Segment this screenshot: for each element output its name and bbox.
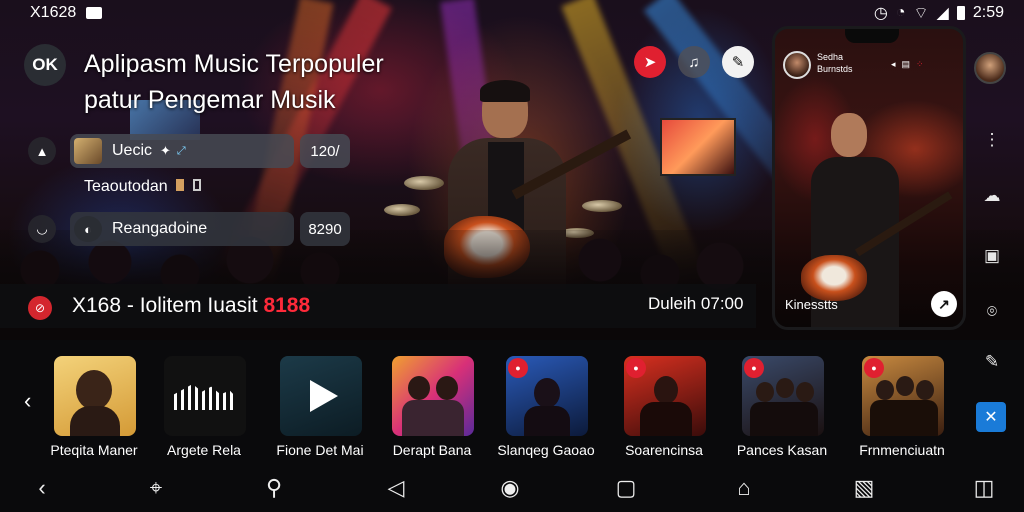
phone-cast-icon: ◂ (891, 59, 896, 69)
hot-badge-icon: ● (508, 358, 528, 378)
chat-icon[interactable]: ▣ (980, 244, 1004, 268)
edit-icon[interactable]: ✎ (980, 350, 1004, 374)
subtitle-line: Teaoutodan (84, 178, 201, 196)
home-circle-icon[interactable]: ◉ (496, 474, 524, 502)
album-card-6[interactable]: ● (624, 356, 706, 436)
album-card-8[interactable]: ● (862, 356, 944, 436)
phone-action-button[interactable]: ↗ (931, 291, 957, 317)
clock-icon: ◔ (895, 4, 906, 21)
nav-back-triangle-icon[interactable]: ◁ (382, 474, 410, 502)
phone-caption: Kinesstts (785, 297, 838, 312)
signal-icon: ◢ (936, 5, 949, 22)
headphones-icon: ◡ (28, 215, 56, 243)
location-icon[interactable]: ⌾ (980, 300, 1004, 324)
album-card-1[interactable] (54, 356, 136, 436)
alarm-icon: ◷ (873, 5, 888, 22)
status-time-right: 2:59 (972, 4, 1004, 21)
album-card-3-label: Fione Det Mai (276, 442, 364, 458)
home-icon[interactable]: ⌂ (730, 474, 758, 502)
track-row-1-label: Uecic (112, 142, 153, 159)
album-card-4[interactable] (392, 356, 474, 436)
album-card-3[interactable] (280, 356, 362, 436)
cloud-icon[interactable]: ☁ (980, 184, 1004, 208)
performer-button[interactable]: ♫ (678, 46, 710, 78)
mini-pause-icon (192, 179, 201, 191)
status-bar: X1628 ◷ ◔ ⌔ ◢ 2:59 (0, 0, 1024, 26)
tune-button[interactable]: ✎ (722, 46, 754, 78)
library-icon[interactable]: ▧ (850, 474, 878, 502)
status-time-left: X1628 (30, 4, 77, 21)
hot-badge-icon: ● (864, 358, 884, 378)
phone-header-line2: Burnstds (817, 64, 853, 74)
phone-avatar (783, 51, 811, 79)
album-card-1-label: Pteqita Maner (50, 442, 138, 458)
phone-header-line1: Sedha (817, 52, 844, 62)
now-playing-title: X168 - Iolitem Iuasit 8188 (72, 294, 310, 318)
phone-header-icons: ◂ ▤ ⁘ (891, 59, 924, 70)
carousel-prev-icon[interactable]: ‹ (24, 388, 31, 414)
phone-header: Sedha Burnstds (817, 51, 853, 75)
album-card-7[interactable]: ● (742, 356, 824, 436)
album-card-2[interactable] (164, 356, 246, 436)
share-button[interactable]: ➤ (634, 46, 666, 78)
now-playing-highlight: 8188 (263, 294, 311, 317)
back-icon[interactable]: ‹ (28, 474, 56, 502)
rail-avatar[interactable] (974, 52, 1006, 84)
expand-icon: ⤢ (176, 144, 186, 157)
album-card-8-label: Frnmenciuatn (859, 442, 945, 458)
track-row-2-label: Reangadoine (112, 220, 208, 237)
explore-icon[interactable]: ⌖ (142, 474, 170, 502)
app-shortcut-icon[interactable]: ✕ (976, 402, 1006, 432)
album-card-2-label: Argete Rela (167, 442, 241, 458)
hot-badge-icon: ● (744, 358, 764, 378)
phone-preview[interactable]: Sedha Burnstds ◂ ▤ ⁘ Kinesstts ↗ (772, 26, 966, 330)
battery-icon (956, 6, 965, 20)
track-row-2[interactable]: ◐ Reangadoine (70, 212, 294, 246)
mini-thumb-icon (176, 179, 185, 191)
track-row-2-count: 8290 (300, 212, 350, 246)
track-row-2-icon: ◐ (74, 216, 102, 242)
album-card-7-label: Pances Kasan (736, 442, 828, 458)
album-card-5-label: Slanqeg Gaoao (497, 442, 595, 458)
phone-dots-icon: ⁘ (916, 59, 924, 69)
mic-icon: ▲ (28, 137, 56, 165)
subtitle-text: Teaoutodan (84, 178, 168, 195)
hot-badge-icon: ● (626, 358, 646, 378)
no-entry-icon[interactable]: ⊘ (28, 296, 52, 320)
phone-grid-icon: ▤ (901, 59, 911, 69)
search-icon[interactable]: ⚲ (260, 474, 288, 502)
profile-avatar[interactable]: OK (24, 44, 66, 86)
now-playing-duration: Duleih 07:00 (648, 294, 744, 313)
recents-square-icon[interactable]: ▢ (612, 474, 640, 502)
verified-icon: ✦ (160, 143, 171, 158)
more-icon[interactable]: ⋮ (980, 128, 1004, 152)
wifi-icon: ⌔ (913, 5, 929, 22)
album-card-5[interactable]: ● (506, 356, 588, 436)
track-thumbnail (74, 138, 102, 164)
camera-icon[interactable]: ◫ (970, 474, 998, 502)
now-playing-prefix: X168 - Iolitem Iuasit (72, 294, 258, 317)
notification-icon (86, 7, 103, 19)
track-row-1[interactable]: Uecic ✦ ⤢ (70, 134, 294, 168)
album-card-4-label: Derapt Bana (392, 442, 472, 458)
track-row-1-count: 120/ (300, 134, 350, 168)
album-card-6-label: Soarencinsa (625, 442, 703, 458)
app-root: X1628 ◷ ◔ ⌔ ◢ 2:59 OK Aplipasm Music Ter… (0, 0, 1024, 512)
page-title: Aplipasm Music Terpopuler patur Pengemar… (84, 50, 384, 114)
